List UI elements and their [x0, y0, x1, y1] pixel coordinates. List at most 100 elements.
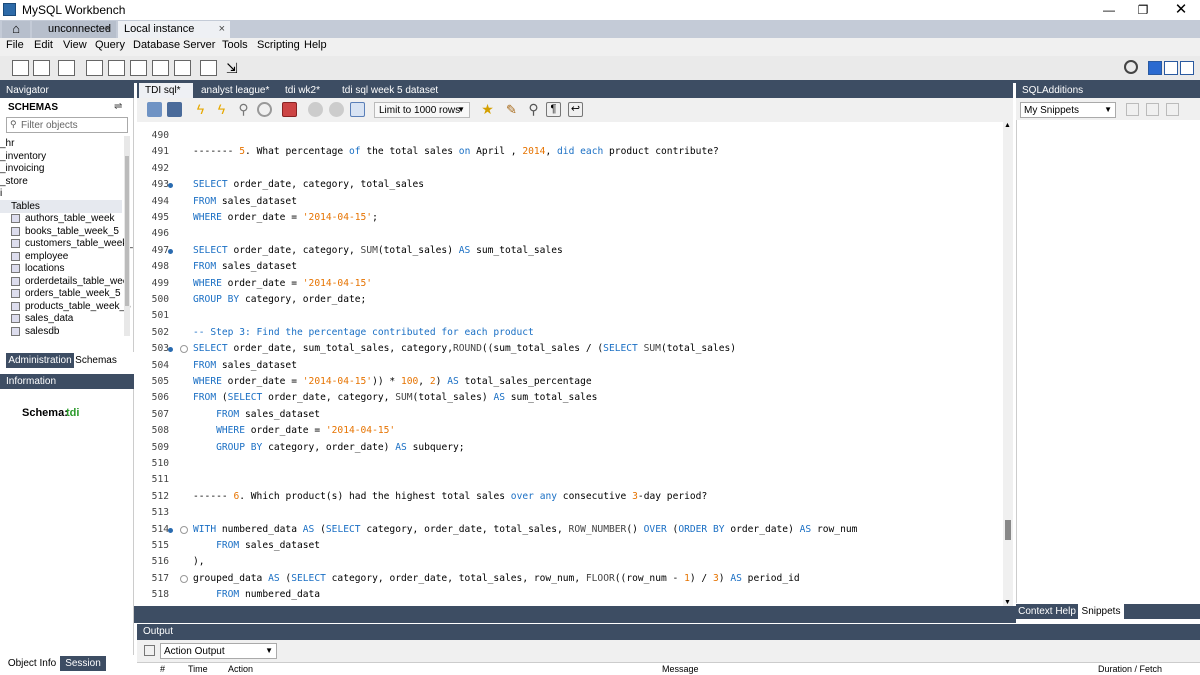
menu-server[interactable]: Server — [183, 39, 215, 51]
refresh-schemas-icon[interactable]: ⇌ — [114, 101, 122, 112]
code-line[interactable]: 506 FROM (SELECT order_date, category, SU… — [137, 390, 1003, 406]
code-line[interactable]: 504 FROM sales_dataset — [137, 358, 1003, 374]
table-item[interactable]: salesdb — [11, 326, 59, 338]
code-line[interactable]: 509 GROUP BY category, order_date) AS su… — [137, 440, 1003, 456]
menu-edit[interactable]: Edit — [34, 39, 53, 51]
explain-icon[interactable]: ⚲ — [236, 102, 251, 117]
rollback-icon[interactable] — [329, 102, 344, 117]
tab-close-icon[interactable]: × — [219, 21, 225, 37]
tab-session[interactable]: Session — [60, 656, 106, 671]
menu-database[interactable]: Database — [133, 39, 180, 51]
code-line[interactable]: 514 WITH numbered_data AS (SELECT categor… — [137, 522, 1003, 538]
schema-item[interactable]: _inventory — [0, 151, 46, 163]
open-folder-icon[interactable] — [147, 102, 162, 117]
save-icon[interactable] — [167, 102, 182, 117]
schema-item[interactable]: _hr — [0, 138, 14, 150]
code-line[interactable]: 497 SELECT order_date, category, SUM(tota… — [137, 243, 1003, 259]
tab-unconnected[interactable]: unconnected × — [32, 21, 116, 38]
fold-toggle-icon[interactable] — [180, 574, 188, 583]
autocommit-icon[interactable] — [350, 102, 365, 117]
execute-current-icon[interactable]: ϟ — [214, 102, 229, 117]
snippets-select[interactable]: My Snippets ▼ — [1020, 102, 1116, 118]
table-item[interactable]: products_table_week_5 — [11, 301, 131, 313]
insert-snippet-icon[interactable] — [1126, 103, 1139, 116]
schema-item[interactable]: _invoicing — [0, 163, 44, 175]
code-line[interactable]: 510 — [137, 456, 1003, 472]
menu-file[interactable]: File — [6, 39, 24, 51]
code-line[interactable]: 495 WHERE order_date = '2014-04-15'; — [137, 210, 1003, 226]
schema-item[interactable]: _store — [0, 176, 28, 188]
code-line[interactable]: 498 FROM sales_dataset — [137, 259, 1003, 275]
table-item[interactable]: books_table_week_5 — [11, 226, 119, 238]
new-sql-tab-icon[interactable] — [12, 60, 29, 76]
schema-item[interactable]: i — [0, 188, 2, 200]
scrollbar-thumb[interactable] — [125, 156, 129, 306]
beautify-icon[interactable]: ✎ — [504, 102, 519, 117]
scrollbar-thumb[interactable] — [1005, 520, 1011, 540]
menu-scripting[interactable]: Scripting — [257, 39, 300, 51]
code-line[interactable]: 490 — [137, 128, 1003, 144]
code-line[interactable]: 499 WHERE order_date = '2014-04-15' — [137, 276, 1003, 292]
code-line[interactable]: 502 -- Step 3: Find the percentage contri… — [137, 325, 1003, 341]
editor-tab-analyst-league[interactable]: analyst league* — [195, 83, 275, 98]
limit-rows-select[interactable]: Limit to 1000 rows ▼ — [374, 102, 470, 118]
fold-toggle-icon[interactable] — [180, 525, 188, 534]
tab-object-info[interactable]: Object Info — [6, 656, 58, 671]
tab-local-instance[interactable]: Local instance MySQL80 × — [118, 21, 230, 51]
delete-snippet-icon[interactable] — [1166, 103, 1179, 116]
navigator-scrollbar[interactable] — [124, 136, 130, 336]
filter-objects-field[interactable]: ⚲ Filter objects — [6, 117, 128, 133]
code-line[interactable]: 501 — [137, 308, 1003, 324]
menu-help[interactable]: Help — [304, 39, 327, 51]
tables-node[interactable]: Tables — [11, 201, 40, 213]
output-type-select[interactable]: Action Output ▼ — [160, 643, 277, 659]
find-icon[interactable]: ⚲ — [526, 102, 541, 117]
commit-icon[interactable] — [308, 102, 323, 117]
create-procedure-icon[interactable] — [152, 60, 169, 76]
code-line[interactable]: 503 SELECT order_date, sum_total_sales, c… — [137, 341, 1003, 357]
table-item[interactable]: sales_data — [11, 313, 73, 325]
reconnect-icon[interactable]: ⇲ — [226, 60, 243, 76]
minimize-icon[interactable]: — — [1094, 0, 1124, 20]
create-schema-icon[interactable] — [86, 60, 103, 76]
code-line[interactable]: 516), — [137, 554, 1003, 570]
code-line[interactable]: 494 FROM sales_dataset — [137, 194, 1003, 210]
editor-scrollbar[interactable]: ▲ ▼ — [1003, 122, 1013, 606]
table-item[interactable]: orderdetails_table_wee — [11, 276, 128, 288]
close-icon[interactable]: ✕ — [1166, 0, 1196, 20]
toggle-secondary-sidebar-icon[interactable] — [1180, 61, 1194, 75]
toggle-output-icon[interactable] — [1164, 61, 1178, 75]
table-item[interactable]: customers_table_week_ — [11, 238, 133, 250]
code-line[interactable]: 517 grouped_data AS (SELECT category, ord… — [137, 571, 1003, 587]
create-table-icon[interactable] — [108, 60, 125, 76]
menu-view[interactable]: View — [63, 39, 87, 51]
search-table-data-icon[interactable] — [200, 60, 217, 76]
invisible-chars-icon[interactable]: ¶ — [546, 102, 561, 117]
code-line[interactable]: 507 FROM sales_dataset — [137, 407, 1003, 423]
scroll-down-icon[interactable]: ▼ — [1004, 599, 1011, 606]
tab-schemas[interactable]: Schemas — [74, 353, 118, 368]
tab-snippets[interactable]: Snippets — [1078, 604, 1124, 619]
code-line[interactable]: 513 — [137, 505, 1003, 521]
code-line[interactable]: 512 ------ 6. Which product(s) had the hi… — [137, 489, 1003, 505]
code-line[interactable]: 518 FROM numbered_data — [137, 587, 1003, 603]
tab-close-icon[interactable]: × — [105, 21, 111, 37]
code-line[interactable]: 505 WHERE order_date = '2014-04-15')) * 1… — [137, 374, 1003, 390]
code-line[interactable]: 500 GROUP BY category, order_date; — [137, 292, 1003, 308]
menu-query[interactable]: Query — [95, 39, 125, 51]
table-item[interactable]: orders_table_week_5 — [11, 288, 121, 300]
code-line[interactable]: 492 — [137, 161, 1003, 177]
scroll-up-icon[interactable]: ▲ — [1004, 122, 1011, 129]
execute-lightning-icon[interactable]: ϟ — [193, 102, 208, 117]
code-line[interactable]: 511 — [137, 472, 1003, 488]
editor-tab-tdi-wk2[interactable]: tdi wk2* — [279, 83, 333, 98]
table-item[interactable]: employee — [11, 251, 68, 263]
stop-icon[interactable] — [257, 102, 272, 117]
fold-toggle-icon[interactable] — [180, 345, 188, 354]
sql-editor[interactable]: 490 491 ------- 5. What percentage of the … — [137, 122, 1003, 606]
bookmark-star-icon[interactable]: ★ — [480, 102, 495, 117]
schema-inspector-icon[interactable] — [58, 60, 75, 76]
table-item[interactable]: locations — [11, 263, 64, 275]
maximize-icon[interactable]: ❐ — [1128, 0, 1158, 20]
code-line[interactable]: 496 — [137, 226, 1003, 242]
